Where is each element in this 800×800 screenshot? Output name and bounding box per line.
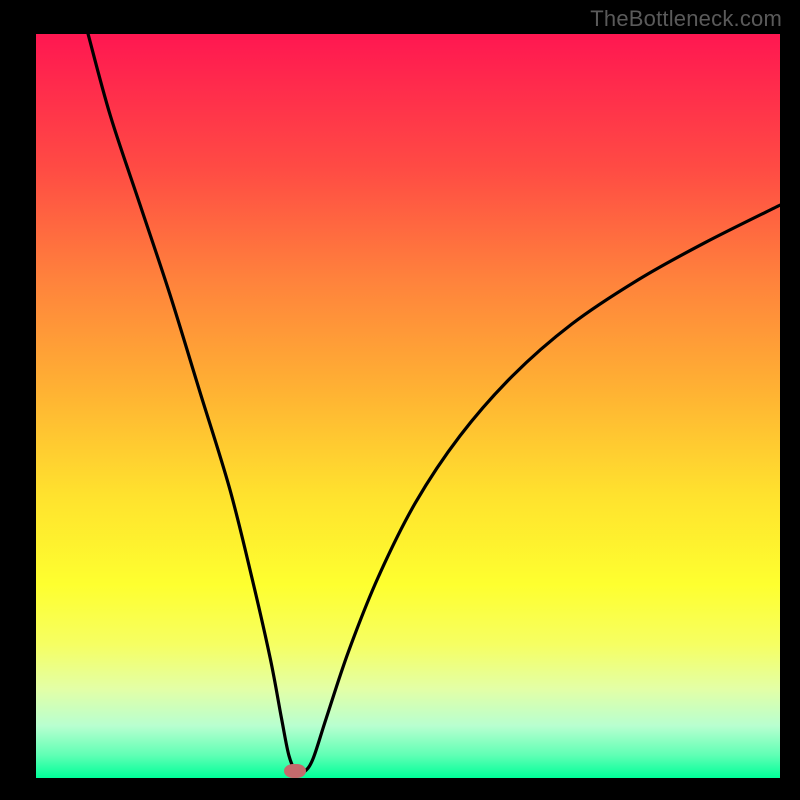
bottleneck-curve bbox=[36, 34, 780, 778]
watermark-text: TheBottleneck.com bbox=[590, 6, 782, 32]
optimal-point-marker bbox=[284, 764, 306, 778]
chart-canvas bbox=[36, 34, 780, 778]
